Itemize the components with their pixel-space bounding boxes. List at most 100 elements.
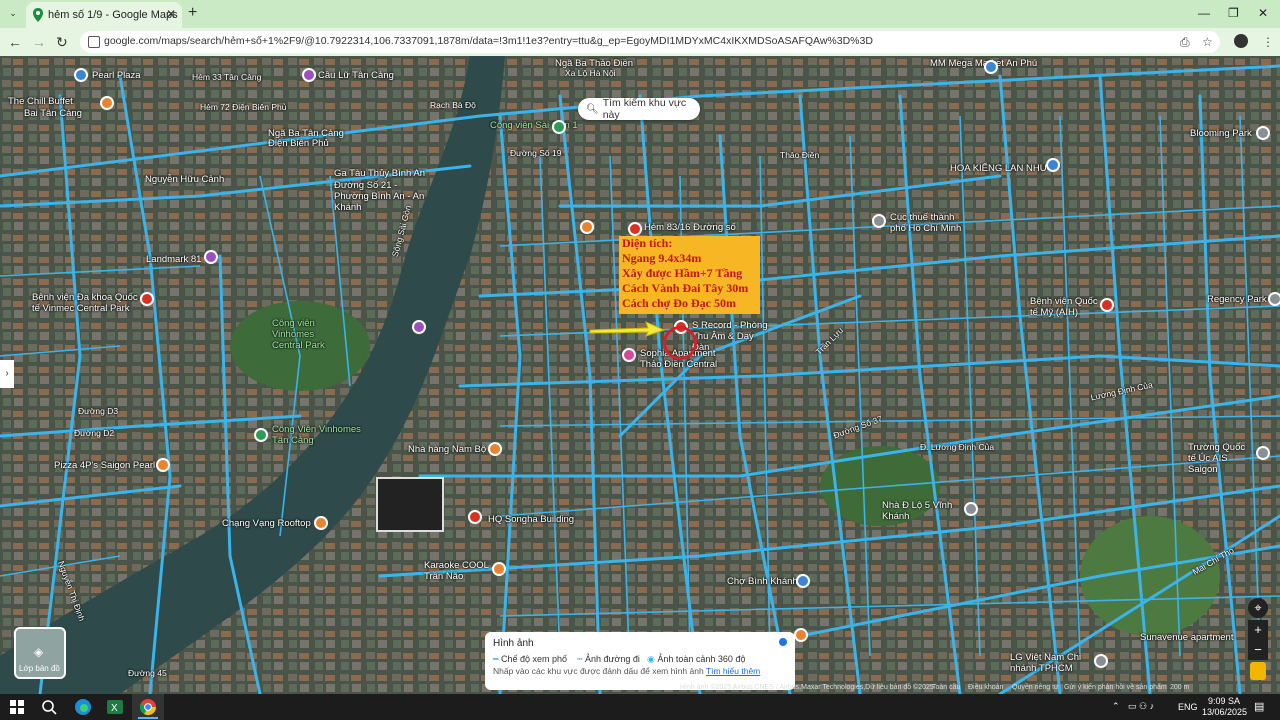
new-tab-button[interactable]: + [188, 4, 197, 22]
market-pin-icon[interactable] [796, 574, 810, 588]
shopping-pin-icon[interactable] [204, 250, 218, 264]
input-language[interactable]: ENG [1178, 702, 1198, 712]
edge-browser-icon[interactable] [74, 698, 92, 716]
minimize-button[interactable]: — [1198, 6, 1210, 20]
privacy-link[interactable]: Quyền riêng tư [1012, 684, 1059, 691]
restaurant-pin-icon[interactable] [488, 442, 502, 456]
legend-toggle-icon[interactable] [779, 638, 787, 646]
place-label[interactable]: Nguyễn Hữu Cảnh [145, 174, 224, 185]
place-label[interactable]: Ga Tàu Thủy Bình An [334, 168, 425, 179]
place-label[interactable]: Pizza 4P's Saigon Pearl [54, 460, 155, 471]
karaoke-pin-icon[interactable] [492, 562, 506, 576]
excel-icon[interactable]: X [106, 698, 124, 716]
street-view-thumbnail[interactable] [376, 477, 444, 532]
building-pin-icon[interactable] [1268, 292, 1280, 306]
shopping-pin-icon[interactable] [302, 68, 316, 82]
place-label[interactable]: HOA KIỂNG LAN NHƯ [950, 163, 1048, 174]
address-bar[interactable]: google.com/maps/search/hẻm+số+1%2F9/@10.… [80, 31, 1220, 53]
restore-button[interactable]: ❐ [1228, 6, 1239, 20]
hospital-pin-icon[interactable] [140, 292, 154, 306]
restaurant-pin-icon[interactable] [580, 220, 594, 234]
place-label[interactable]: HQ Songha Building [488, 514, 574, 525]
tab-close-icon[interactable]: ✕ [166, 7, 176, 21]
clock-time[interactable]: 9:09 SA [1208, 696, 1240, 706]
place-label[interactable]: Hẻm 33 Tân Cảng [192, 72, 261, 82]
park-pin-icon[interactable] [552, 120, 566, 134]
place-label[interactable]: The Chill Buffet [8, 96, 73, 107]
tray-icons[interactable]: ▭ ⚇ ♪ [1128, 701, 1154, 712]
search-this-area-button[interactable]: 🔍︎ Tìm kiếm khu vực này [578, 97, 700, 121]
shop-pin-icon[interactable] [1046, 158, 1060, 172]
building-pin-icon[interactable] [1094, 654, 1108, 668]
close-window-button[interactable]: ✕ [1258, 6, 1268, 20]
place-label[interactable]: Đường 45 [128, 668, 167, 678]
place-label[interactable]: Xa Lộ Hà Nội [565, 68, 616, 78]
place-label[interactable]: Điện Biên Phủ [268, 138, 329, 149]
zoom-out-button[interactable]: − [1248, 640, 1268, 660]
building-pin-icon[interactable] [1256, 126, 1270, 140]
bookmark-star-icon[interactable]: ☆ [1202, 35, 1213, 49]
property-location-marker[interactable] [663, 326, 697, 360]
notification-icon[interactable]: ▤ [1254, 700, 1264, 713]
hotel-pin-icon[interactable] [622, 348, 636, 362]
place-label[interactable]: Bai Tân Cảng [24, 108, 82, 119]
place-label[interactable]: Đường Số 19 [510, 148, 561, 158]
place-label[interactable]: Bệnh viện Đa khoa Quốc tế Vinmec Central… [32, 292, 142, 314]
restaurant-pin-icon[interactable] [156, 458, 170, 472]
restaurant-pin-icon[interactable] [794, 628, 808, 642]
place-label[interactable]: Đường Số 21 - Phường Bình An - An Khánh [334, 180, 434, 213]
place-label[interactable]: Karaoke COOL Trần Não [424, 560, 494, 582]
learn-more-link[interactable]: Tìm hiểu thêm [706, 666, 760, 676]
place-label[interactable]: Sunavenue apartment [1140, 632, 1233, 643]
pegman-icon[interactable] [1250, 662, 1266, 680]
building-pin-icon[interactable] [964, 502, 978, 516]
place-pin-icon[interactable] [628, 222, 642, 236]
bar-pin-icon[interactable] [314, 516, 328, 530]
collapse-panel-button[interactable]: › [0, 360, 14, 388]
terms-link[interactable]: Điều khoản [968, 684, 1003, 691]
place-label[interactable]: Cục thuế thành phố Hồ Chí Minh [890, 212, 970, 234]
place-label[interactable]: Pearl Plaza [92, 70, 141, 81]
profile-avatar[interactable] [1234, 34, 1248, 48]
global-link[interactable]: Toàn cầu [932, 684, 960, 691]
place-label[interactable]: Nhà Đ Lộ 5 Vĩnh Khánh [882, 500, 962, 522]
place-label[interactable]: Đường D3 [78, 406, 118, 416]
place-label[interactable]: Công Viên Vinhomes Tân Cảng [272, 424, 362, 446]
search-icon[interactable] [40, 698, 58, 716]
place-label[interactable]: Hẻm 72 Điện Biên Phủ [200, 102, 286, 112]
place-label[interactable]: LG Việt Nam Chi nhánh TPHCM [1010, 652, 1094, 674]
place-pin-icon[interactable] [468, 510, 482, 524]
gov-pin-icon[interactable] [872, 214, 886, 228]
place-label[interactable]: Đ. Lương Định Của [920, 442, 994, 452]
place-label[interactable]: Trường Quốc tế Úc AIS Saigon [1188, 442, 1248, 475]
menu-kebab-icon[interactable]: ⋮ [1262, 35, 1274, 49]
install-app-icon[interactable]: ⎙ [1180, 35, 1190, 50]
place-label[interactable]: Regency Park [1207, 294, 1267, 305]
place-label[interactable]: Thảo Điền [780, 150, 819, 160]
feedback-link[interactable]: Gửi ý kiến phản hồi về sản phẩm [1064, 684, 1167, 691]
place-label[interactable]: Cầu Lữ Tân Cảng [318, 70, 394, 81]
chrome-taskbar-item[interactable] [132, 694, 164, 720]
place-label[interactable]: Chạng Vạng Rooftop [222, 518, 311, 529]
map-canvas[interactable]: Pearl Plaza Hẻm 33 Tân Cảng Cầu Lữ Tân C… [0, 56, 1280, 694]
hospital-pin-icon[interactable] [1100, 298, 1114, 312]
transit-pin-icon[interactable] [74, 68, 88, 82]
school-pin-icon[interactable] [1256, 446, 1270, 460]
tab-google-maps[interactable]: hẻm số 1/9 - Google Maps ✕ [26, 2, 182, 28]
place-label[interactable]: Rạch Bà Độ [430, 100, 476, 110]
tab-search-button[interactable]: ⌄ [6, 5, 20, 21]
windows-start-icon[interactable] [8, 698, 26, 716]
place-label[interactable]: Blooming Park [1190, 128, 1252, 139]
park-pin-icon[interactable] [254, 428, 268, 442]
place-label[interactable]: Nhà hàng Nam Bộ [408, 444, 486, 455]
map-layers-button[interactable]: ◈ Lớp bản đồ [14, 627, 66, 679]
reload-button[interactable]: ↻ [56, 34, 68, 51]
place-label[interactable]: Công viên Vinhomes Central Park [272, 318, 328, 351]
place-label[interactable]: Bệnh viện Quốc tế Mỹ (AIH) [1030, 296, 1100, 318]
back-button[interactable]: ← [8, 34, 22, 50]
place-label[interactable]: Landmark 81 [146, 254, 201, 265]
restaurant-pin-icon[interactable] [100, 96, 114, 110]
shopping-pin-icon[interactable] [984, 60, 998, 74]
show-hidden-icons[interactable]: ⌃ [1112, 701, 1120, 712]
shopping-pin-icon[interactable] [412, 320, 426, 334]
